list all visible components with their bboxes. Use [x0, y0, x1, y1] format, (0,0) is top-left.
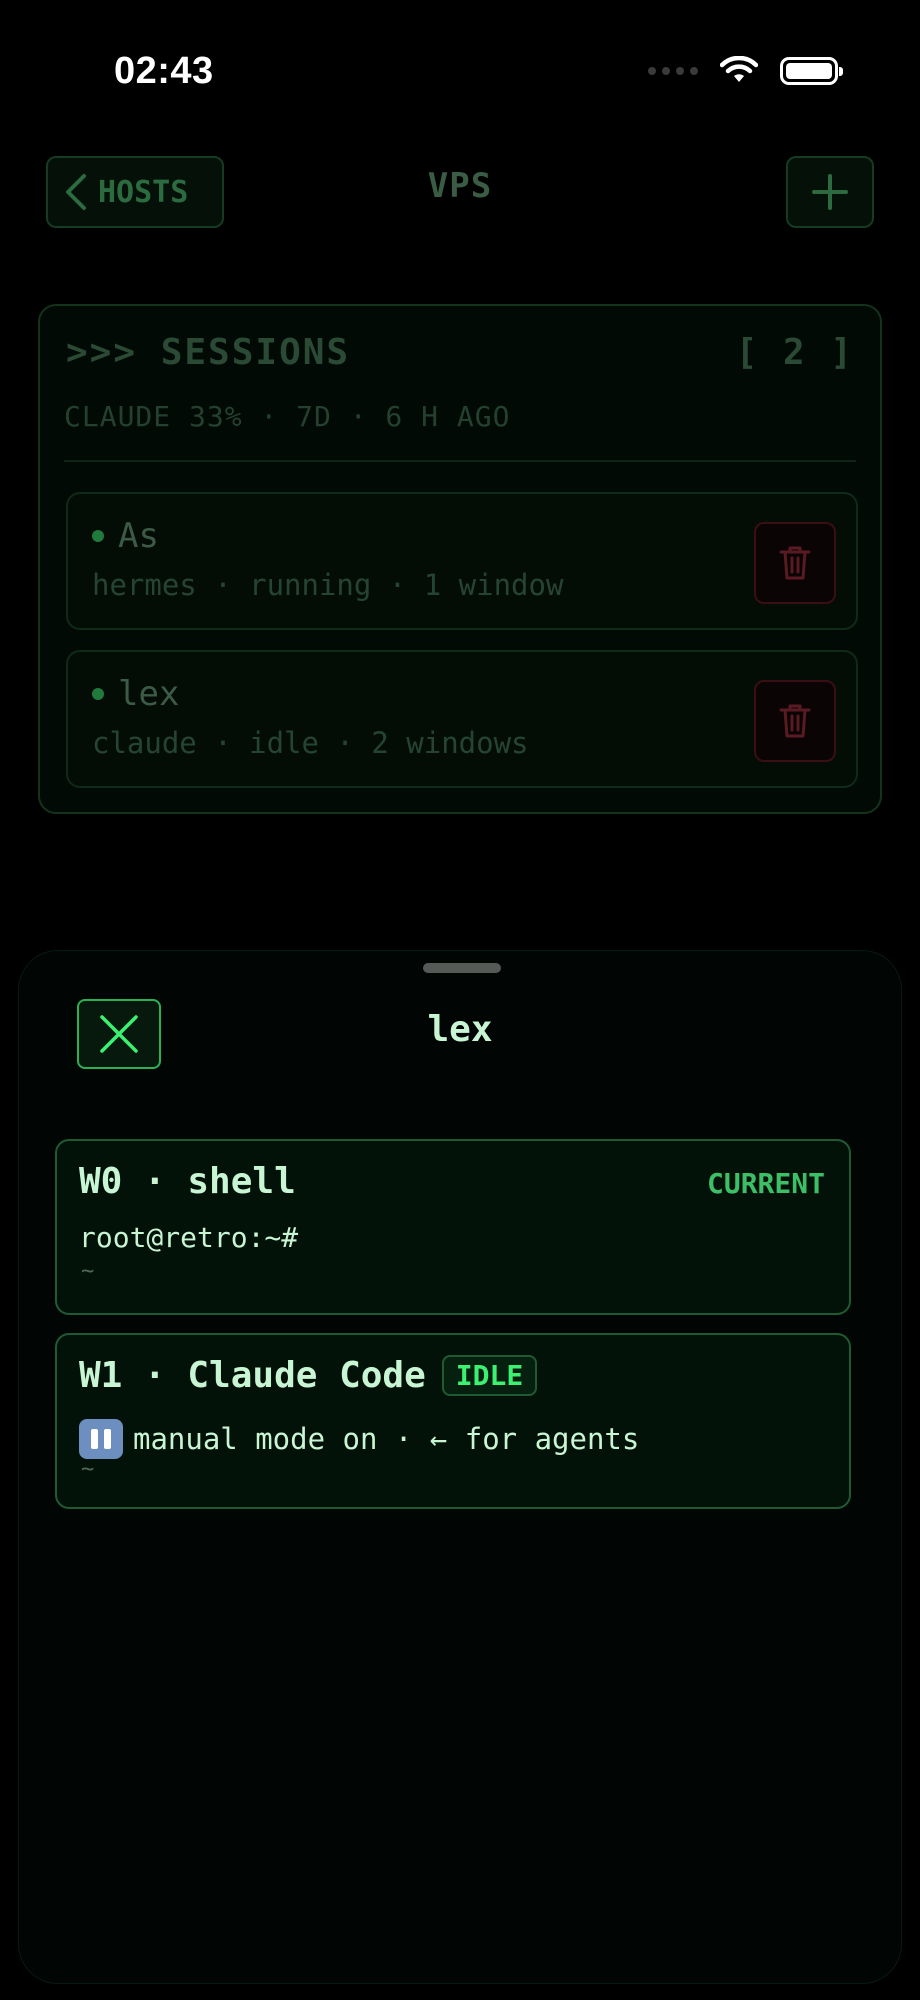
session-name: lex — [118, 674, 180, 714]
sessions-count: [ 2 ] — [735, 332, 854, 373]
terminal-line: manual mode on · ← for agents — [133, 1422, 640, 1456]
sheet-grabber[interactable] — [423, 963, 501, 973]
sessions-title: >>> SESSIONS — [66, 332, 351, 373]
sheet-title: lex — [427, 1009, 493, 1050]
current-badge: CURRENT — [706, 1167, 825, 1200]
add-session-button[interactable] — [786, 156, 874, 228]
host-screen-dimmed: HOSTS VPS >>> SESSIONS [ 2 ] CLAUDE 33% … — [0, 0, 920, 820]
terminal-line: root@retro:~# — [79, 1221, 299, 1254]
idle-badge: IDLE — [441, 1355, 538, 1396]
pause-icon — [79, 1419, 123, 1459]
terminal-tilde: ~ — [81, 1259, 95, 1284]
sessions-meta: CLAUDE 33% · 7D · 6 H AGO — [64, 400, 511, 433]
session-name: As — [118, 516, 159, 556]
screen: 02:43 HOSTS VPS >>> SESSIONS [2] CLAUD… — [0, 0, 920, 2000]
trash-icon — [779, 704, 811, 738]
window-title: W1 · Claude Code — [79, 1355, 426, 1396]
page-title: VPS — [427, 166, 493, 206]
status-dot — [92, 688, 104, 700]
session-row[interactable]: As hermes · running · 1 window — [66, 492, 858, 630]
plus-icon — [812, 174, 848, 210]
window-title: W0 · shell — [79, 1161, 296, 1202]
delete-session-button[interactable] — [754, 680, 836, 762]
session-sheet: lex W0 · shell CURRENT root@retro:~# ~ W… — [18, 950, 902, 1984]
trash-icon — [779, 546, 811, 580]
session-row[interactable]: lex claude · idle · 2 windows — [66, 650, 858, 788]
sessions-card: >>> SESSIONS [ 2 ] CLAUDE 33% · 7D · 6 H… — [38, 304, 882, 814]
status-dot — [92, 530, 104, 542]
session-info: claude · idle · 2 windows — [92, 726, 529, 760]
window-card[interactable]: W0 · shell CURRENT root@retro:~# ~ — [55, 1139, 851, 1315]
window-card[interactable]: W1 · Claude Code IDLE manual mode on · ←… — [55, 1333, 851, 1509]
delete-session-button[interactable] — [754, 522, 836, 604]
terminal-tilde: ~ — [81, 1457, 95, 1482]
divider — [64, 460, 856, 462]
session-info: hermes · running · 1 window — [92, 568, 564, 602]
sessions-header: >>> SESSIONS [ 2 ] — [66, 332, 854, 373]
